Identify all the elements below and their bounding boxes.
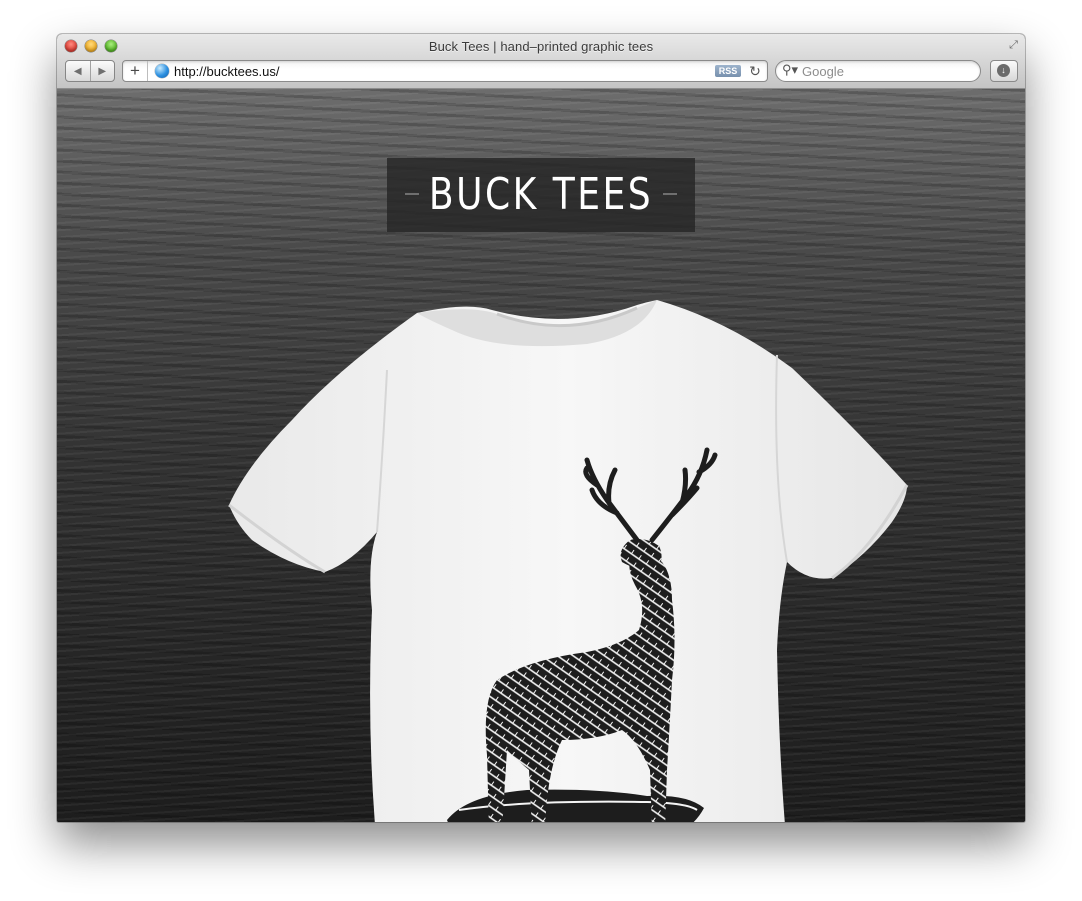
forward-button[interactable]: ▶ (89, 61, 115, 81)
rss-button[interactable]: RSS (715, 65, 741, 77)
window-title: Buck Tees | hand–printed graphic tees (428, 39, 654, 54)
tshirt-image (228, 300, 909, 822)
fullscreen-icon[interactable]: ⤢ (1007, 39, 1020, 52)
search-icon[interactable]: ⚲▾ (782, 62, 798, 78)
add-bookmark-button[interactable]: + (123, 61, 148, 81)
reload-button[interactable]: ↻ (747, 62, 763, 80)
search-field[interactable]: ⚲▾ Google (775, 60, 981, 82)
browser-toolbar: Buck Tees | hand–printed graphic tees ⤢ … (57, 34, 1025, 89)
downloads-button[interactable]: ↓ (990, 60, 1018, 82)
search-placeholder: Google (802, 64, 844, 79)
tshirt-body (229, 300, 907, 822)
browser-window: Buck Tees | hand–printed graphic tees ⤢ … (57, 34, 1025, 822)
history-nav: ◀ ▶ (65, 60, 115, 82)
site-globe-icon (155, 64, 169, 78)
site-logo[interactable]: BUCK TEES (387, 158, 695, 232)
logo-text: BUCK TEES (428, 169, 654, 220)
download-icon: ↓ (997, 64, 1010, 77)
page-content: BUCK TEES (57, 89, 1025, 822)
address-bar[interactable]: + http://bucktees.us/ RSS ↻ (122, 60, 768, 82)
url-text[interactable]: http://bucktees.us/ (174, 64, 280, 79)
back-button[interactable]: ◀ (66, 61, 90, 81)
